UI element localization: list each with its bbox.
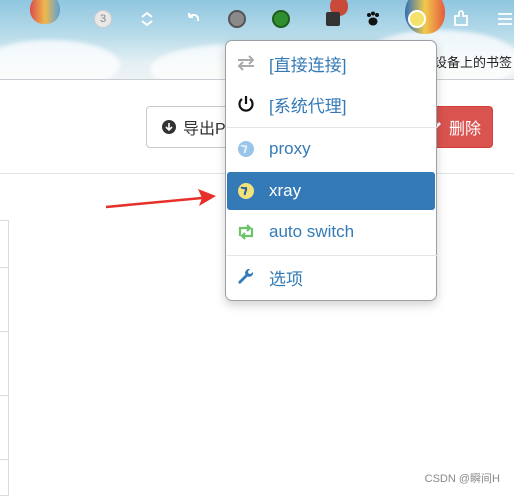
menu-item-proxy[interactable]: proxy	[227, 130, 435, 168]
menu-item-label: xray	[269, 181, 302, 200]
table-row-border	[0, 267, 9, 268]
globe-icon	[235, 180, 257, 202]
menu-icon[interactable]	[494, 8, 514, 30]
table-row-border	[0, 395, 9, 396]
extension-badge-icon[interactable]: 3	[92, 8, 114, 30]
proxy-switch-icon[interactable]	[406, 8, 428, 30]
globe-icon	[235, 138, 257, 160]
menu-item-label: 选项	[269, 269, 303, 289]
monkey-extension-icon[interactable]	[226, 8, 248, 30]
wrench-icon	[235, 266, 257, 288]
table-edge	[0, 220, 9, 496]
delete-button-label: 删除	[449, 121, 482, 138]
watermark: CSDN @瞬间H	[424, 473, 500, 485]
dark-extension-icon[interactable]	[322, 8, 344, 30]
swap-arrows-icon	[235, 52, 257, 74]
table-row-border	[0, 459, 9, 460]
menu-item-xray[interactable]: xray	[227, 172, 435, 210]
paw-icon[interactable]	[362, 8, 384, 30]
proxy-dropdown-menu: [直接连接] [系统代理] proxy xray auto switch 选项	[225, 40, 437, 301]
annotation-arrow	[105, 189, 216, 209]
menu-item-label: proxy	[269, 139, 311, 158]
wallpaper-cloud	[0, 40, 120, 79]
menu-item-label: [系统代理]	[269, 96, 347, 116]
menu-item-label: [直接连接]	[269, 55, 347, 75]
retweet-icon	[235, 221, 257, 243]
power-icon	[235, 93, 257, 115]
bookmarks-bar-text[interactable]: 设备上的书签	[434, 52, 514, 71]
menu-item-options[interactable]: 选项	[227, 258, 435, 296]
green-extension-icon[interactable]	[270, 8, 292, 30]
menu-item-system[interactable]: [系统代理]	[227, 85, 435, 123]
badge-count: 3	[94, 10, 112, 28]
menu-item-auto-switch[interactable]: auto switch	[227, 213, 435, 251]
download-icon	[162, 120, 176, 134]
puzzle-extensions-icon[interactable]	[450, 8, 472, 30]
menu-item-direct[interactable]: [直接连接]	[227, 44, 435, 82]
balloon-decoration	[30, 0, 60, 24]
table-row-border	[0, 331, 9, 332]
menu-item-label: auto switch	[269, 222, 355, 241]
menu-divider	[227, 127, 437, 128]
undo-icon[interactable]	[182, 8, 204, 30]
export-button-label: 导出P	[183, 121, 226, 138]
menu-divider	[227, 255, 437, 256]
sync-icon[interactable]	[136, 8, 158, 30]
